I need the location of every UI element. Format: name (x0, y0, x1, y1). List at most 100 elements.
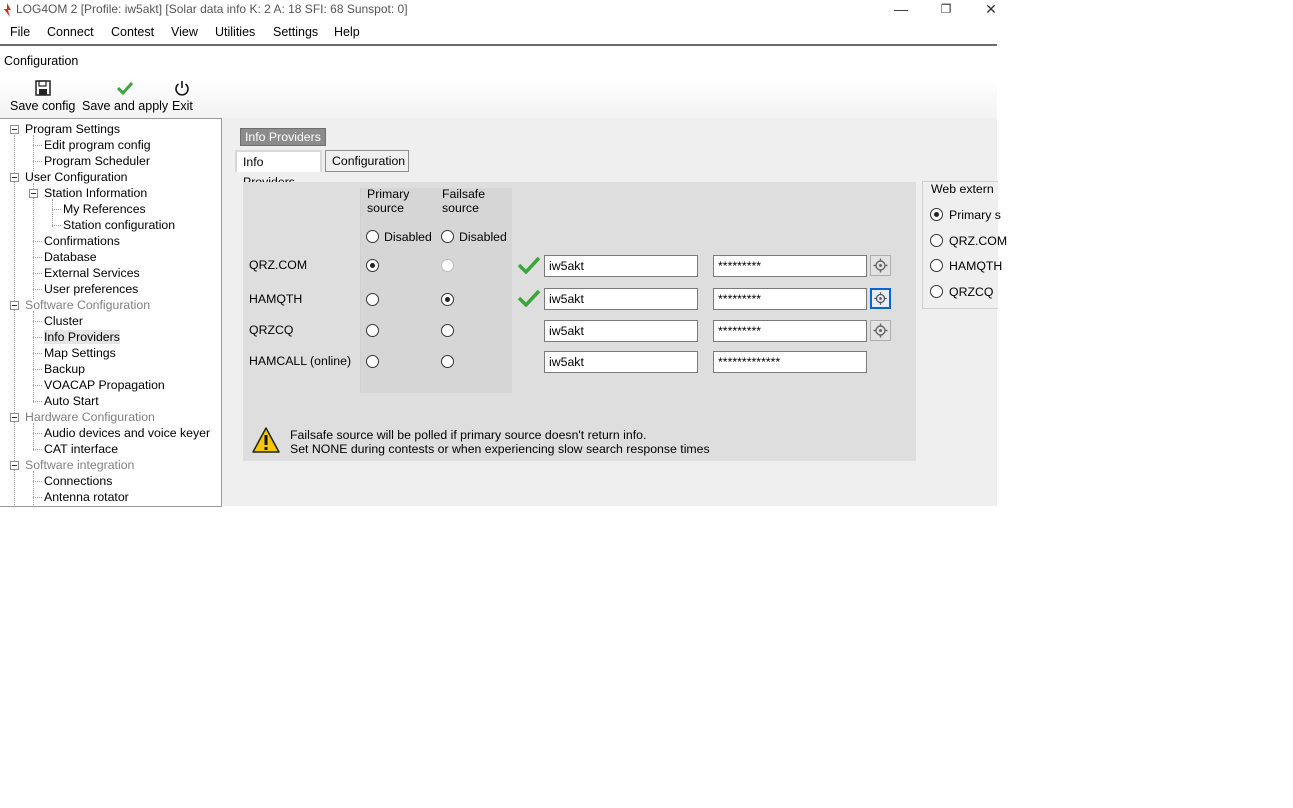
expander-program-settings[interactable] (10, 125, 19, 134)
tree-item-station-information[interactable]: Station Information (44, 185, 147, 201)
tree-item-connections[interactable]: Connections (44, 473, 112, 489)
section-header: Info Providers (240, 128, 326, 146)
qrz-settings-button[interactable] (870, 255, 891, 276)
close-button[interactable]: ✕ (976, 0, 1006, 20)
tree-item-audio-devices[interactable]: Audio devices and voice keyer (44, 425, 210, 441)
tree-item-voacap-propagation[interactable]: VOACAP Propagation (44, 377, 165, 393)
hamqth-failsafe-radio[interactable] (441, 293, 454, 306)
qrzcq-password-field[interactable]: ********* (713, 320, 867, 342)
save-config-label: Save config (10, 99, 76, 113)
qrzcq-username-field[interactable]: iw5akt (544, 320, 698, 342)
primary-disabled-radio[interactable] (366, 230, 379, 243)
tree-item-cat-interface[interactable]: CAT interface (44, 441, 118, 457)
menu-utilities[interactable]: Utilities (215, 25, 255, 39)
verified-check-icon (517, 289, 541, 307)
tree-item-edit-program-config[interactable]: Edit program config (44, 137, 151, 153)
tree-item-user-preferences[interactable]: User preferences (44, 281, 138, 297)
web-primary-radio[interactable] (930, 208, 943, 221)
hamcall-username-field[interactable]: iw5akt (544, 351, 698, 373)
gear-icon (873, 258, 888, 273)
tree-item-program-settings[interactable]: Program Settings (25, 121, 120, 137)
hamqth-settings-button[interactable] (870, 288, 891, 309)
provider-name: QRZ.COM (249, 258, 308, 272)
toolbar: Save config Save and apply Exit (0, 76, 997, 118)
warning-line-2: Set NONE during contests or when experie… (290, 442, 710, 456)
qrzcq-primary-radio[interactable] (366, 324, 379, 337)
hamqth-username-field[interactable]: iw5akt (544, 288, 698, 310)
tree-item-auto-start[interactable]: Auto Start (44, 393, 99, 409)
qrzcq-settings-button[interactable] (870, 320, 891, 341)
tree-item-software-configuration[interactable]: Software Configuration (25, 297, 150, 313)
tree-item-antenna-rotator[interactable]: Antenna rotator (44, 489, 129, 505)
tree-item-station-configuration[interactable]: Station configuration (63, 217, 175, 233)
save-config-button[interactable]: Save config (10, 76, 75, 113)
warning-line-1: Failsafe source will be polled if primar… (290, 428, 647, 442)
provider-name: QRZCQ (249, 323, 294, 337)
qrz-primary-radio[interactable] (366, 259, 379, 272)
hamcall-password-field[interactable]: ************* (713, 351, 867, 373)
failsafe-disabled-radio[interactable] (441, 230, 454, 243)
warning-icon (252, 427, 280, 453)
tree-item-database[interactable]: Database (44, 249, 97, 265)
expander-hardware-configuration[interactable] (10, 413, 19, 422)
menu-file[interactable]: File (10, 25, 30, 39)
primary-source-header: Primary source (367, 187, 410, 215)
menu-connect[interactable]: Connect (47, 25, 94, 39)
menu-bar: File Connect Contest View Utilities Sett… (0, 20, 997, 46)
settings-tree: Program Settings Edit program config Pro… (0, 118, 222, 507)
tree-item-confirmations[interactable]: Confirmations (44, 233, 120, 249)
provider-name: HAMQTH (249, 292, 303, 306)
tree-item-map-settings[interactable]: Map Settings (44, 345, 116, 361)
tab-configuration[interactable]: Configuration (325, 150, 409, 172)
restore-button[interactable]: ❐ (931, 0, 961, 20)
checkmark-icon (117, 81, 134, 96)
failsafe-disabled-label: Disabled (459, 230, 507, 244)
web-option-label: HAMQTH (949, 259, 1003, 273)
exit-label: Exit (172, 99, 193, 113)
web-hamqth-radio[interactable] (930, 259, 943, 272)
gear-icon (874, 292, 887, 305)
provider-name: HAMCALL (online) (249, 354, 352, 368)
tree-item-cluster[interactable]: Cluster (44, 313, 83, 329)
tree-item-external-services[interactable]: External Services (44, 265, 140, 281)
expander-station-information[interactable] (29, 189, 38, 198)
save-and-apply-button[interactable]: Save and apply (82, 76, 168, 113)
web-option-label: QRZ.COM (949, 234, 1008, 248)
web-external-group-title: Web extern (931, 182, 994, 196)
qrzcq-failsafe-radio[interactable] (441, 324, 454, 337)
expander-user-configuration[interactable] (10, 173, 19, 182)
menu-settings[interactable]: Settings (273, 25, 318, 39)
app-logo-icon (4, 3, 11, 17)
expander-software-integration[interactable] (10, 461, 19, 470)
exit-button[interactable]: Exit (172, 76, 193, 113)
hamqth-primary-radio[interactable] (366, 293, 379, 306)
tree-item-backup[interactable]: Backup (44, 361, 85, 377)
expander-software-configuration[interactable] (10, 301, 19, 310)
tree-item-hardware-configuration[interactable]: Hardware Configuration (25, 409, 155, 425)
tree-item-program-scheduler[interactable]: Program Scheduler (44, 153, 150, 169)
primary-disabled-label: Disabled (384, 230, 432, 244)
hamcall-failsafe-radio[interactable] (441, 355, 454, 368)
web-qrz-radio[interactable] (930, 234, 943, 247)
tab-info-providers[interactable]: Info Providers (235, 150, 322, 189)
tree-item-info-providers[interactable]: Info Providers (44, 329, 120, 345)
title-bar: LOG4OM 2 [Profile: iw5akt] [Solar data i… (0, 0, 1006, 20)
hamqth-password-field[interactable]: ********* (713, 288, 867, 310)
qrz-username-field[interactable]: iw5akt (544, 255, 698, 277)
tree-item-user-configuration[interactable]: User Configuration (25, 169, 128, 185)
menu-view[interactable]: View (171, 25, 198, 39)
tree-item-my-references[interactable]: My References (63, 201, 146, 217)
gear-icon (873, 323, 888, 338)
menu-help[interactable]: Help (334, 25, 360, 39)
power-icon (175, 81, 190, 96)
hamcall-primary-radio[interactable] (366, 355, 379, 368)
source-columns-area (360, 188, 512, 393)
verified-check-icon (517, 256, 541, 274)
qrz-password-field[interactable]: ********* (713, 255, 867, 277)
web-qrzcq-radio[interactable] (930, 285, 943, 298)
window-title: LOG4OM 2 [Profile: iw5akt] [Solar data i… (16, 2, 408, 16)
web-option-label: QRZCQ (949, 285, 994, 299)
tree-item-software-integration[interactable]: Software integration (25, 457, 134, 473)
minimize-button[interactable]: — (886, 0, 916, 20)
menu-contest[interactable]: Contest (111, 25, 154, 39)
